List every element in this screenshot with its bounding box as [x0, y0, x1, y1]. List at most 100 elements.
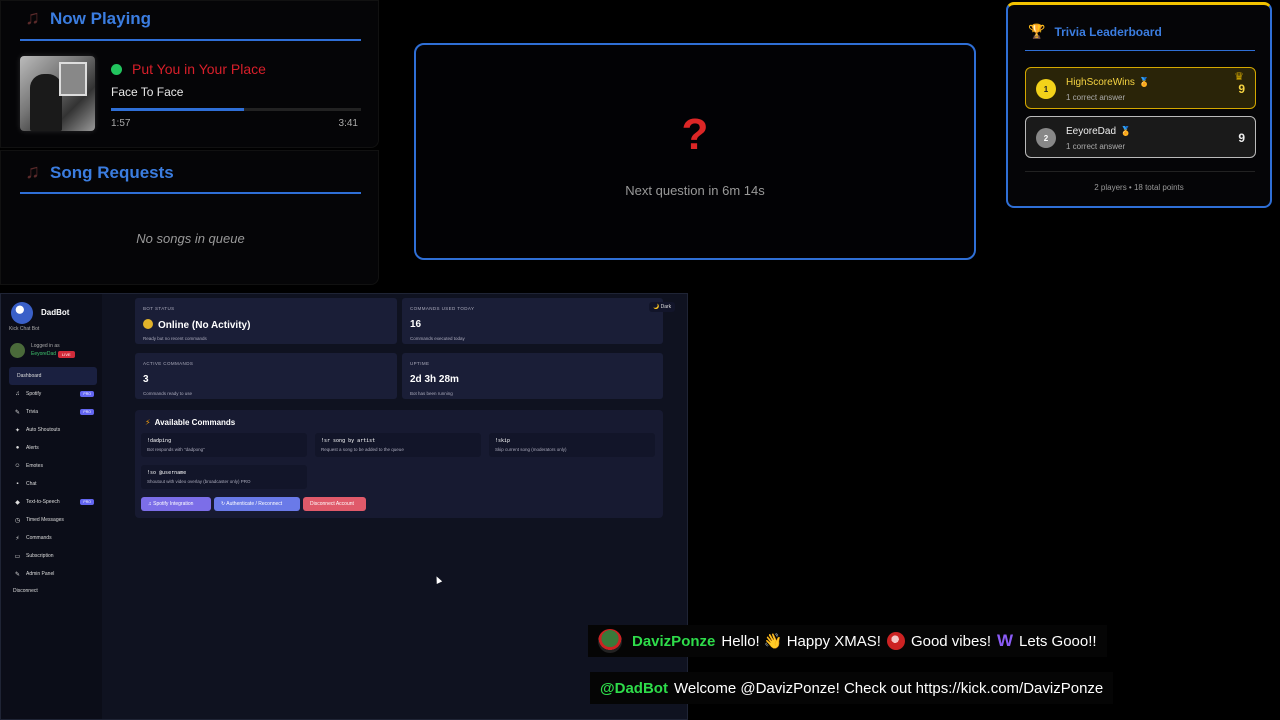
bot-status-card: BOT STATUS Online (No Activity) Ready bu…: [135, 298, 397, 344]
brand-name: DadBot: [41, 308, 70, 317]
wrench-icon: ✎: [14, 571, 21, 578]
chat-username: @DadBot: [600, 679, 668, 697]
sidebar-item-auto-shoutouts[interactable]: ✦ Auto Shoutouts: [9, 421, 97, 439]
spotify-integration-button[interactable]: ♫ Spotify Integration: [141, 497, 211, 511]
bolt-icon: ⚡: [15, 535, 20, 542]
live-badge: LIVE: [58, 351, 75, 358]
command-description: Bot responds with "dadpong": [147, 447, 205, 452]
song-requests-header: ♫ Song Requests: [25, 161, 174, 184]
sidebar-item-alerts[interactable]: ● Alerts: [9, 439, 97, 457]
command-description: Request a song to be added to the queue: [321, 447, 404, 452]
dark-mode-toggle[interactable]: 🌙 Dark: [649, 302, 676, 312]
card-label: UPTIME: [410, 361, 430, 366]
sidebar-nav: Dashboard ♫ Spotify PRO ✎ Trivia PRO ✦ Auto S…: [9, 367, 97, 583]
divider: [20, 192, 361, 194]
music-note-icon: ♫: [25, 161, 40, 183]
playing-indicator-icon: [111, 64, 122, 75]
player-score: 9: [1238, 82, 1245, 96]
rank-badge: 2: [1036, 128, 1056, 148]
emote-w-icon: W: [996, 631, 1014, 650]
sidebar-item-spotify[interactable]: ♫ Spotify PRO: [9, 385, 97, 403]
album-art: [20, 56, 95, 131]
song-requests-title: Song Requests: [50, 162, 174, 182]
leaderboard-summary: 2 players • 18 total points: [1094, 183, 1184, 192]
chat-text: Welcome @DavizPonze! Check out https://k…: [673, 679, 1104, 697]
active-commands-card: ACTIVE COMMANDS 3 Commands ready to use: [135, 353, 397, 399]
sidebar: DadBot Kick Chat Bot Logged in as Eeyore…: [1, 294, 102, 719]
leaderboard-title: Trivia Leaderboard: [1054, 24, 1162, 39]
card-description: Commands executed today: [410, 336, 465, 341]
authenticate-button[interactable]: ↻ Authenticate / Reconnect: [214, 497, 300, 511]
sidebar-item-admin-panel[interactable]: ✎ Admin Panel: [9, 565, 97, 583]
card-description: Bot has been running: [410, 391, 453, 396]
chat-text: Good vibes!: [910, 632, 991, 650]
command-description: Skip current song (moderators only): [495, 447, 567, 452]
uptime-card: UPTIME 2d 3h 28m Bot has been running: [402, 353, 663, 399]
command-item: !so @username Shoutout with video overla…: [141, 465, 307, 489]
medal-icon: 🏅: [1138, 77, 1151, 87]
chat-text: Hello! 👋 Happy XMAS!: [721, 633, 881, 650]
leaderboard-entry: 1 HighScoreWins 🏅 1 correct answer ♛ 9: [1025, 67, 1256, 109]
card-label: COMMANDS USED TODAY: [410, 306, 475, 311]
chat-username: DavizPonze: [632, 632, 716, 650]
disconnect-account-button[interactable]: Disconnect Account: [303, 497, 366, 511]
command-item: !sr song by artist Request a song to be …: [315, 433, 481, 457]
bolt-icon: ⚡: [145, 418, 151, 427]
divider: [1025, 50, 1255, 51]
card-icon: ▭: [14, 553, 21, 560]
progress-fill: [111, 108, 244, 111]
current-time: 1:57: [111, 118, 131, 129]
avatar: [10, 343, 25, 358]
brain-icon: ✎: [14, 409, 21, 416]
clock-icon: ◷: [14, 517, 21, 524]
emote-icon: ☺: [14, 463, 21, 469]
now-playing-header: ♫ Now Playing: [25, 7, 151, 30]
command-item: !dadping Bot responds with "dadpong": [141, 433, 307, 457]
player-score: 9: [1238, 131, 1245, 145]
sidebar-item-commands[interactable]: ⚡ Commands: [9, 529, 97, 547]
pro-badge: PRO: [80, 499, 94, 505]
sparkle-icon: ✦: [14, 427, 21, 434]
card-value: 3: [143, 374, 149, 385]
sidebar-item-subscription[interactable]: ▭ Subscription: [9, 547, 97, 565]
sidebar-item-text-to-speech[interactable]: ◆ Text-to-Speech PRO: [9, 493, 97, 511]
music-note-icon: ♫: [25, 7, 40, 29]
trivia-question-panel: ? Next question in 6m 14s: [414, 43, 976, 260]
sidebar-item-trivia[interactable]: ✎ Trivia PRO: [9, 403, 97, 421]
next-question-countdown: Next question in 6m 14s: [625, 183, 765, 198]
emote-icon: [886, 632, 905, 650]
card-label: BOT STATUS: [143, 306, 175, 311]
chat-message: @DadBot Welcome @DavizPonze! Check out h…: [590, 672, 1114, 704]
command-name: !dadping: [147, 438, 172, 444]
card-label: ACTIVE COMMANDS: [143, 361, 194, 366]
speaker-icon: ◆: [15, 499, 20, 506]
sidebar-item-chat[interactable]: ▪ Chat: [9, 475, 97, 493]
available-commands-panel: ⚡ Available Commands !dadping Bot respond…: [135, 410, 663, 518]
pro-badge: PRO: [80, 391, 94, 397]
progress-bar: [111, 108, 361, 111]
command-description: Shoutout with video overlay (broadcaster…: [147, 479, 251, 484]
bell-icon: ●: [15, 445, 20, 451]
commands-used-card: COMMANDS USED TODAY 16 Commands executed…: [402, 298, 663, 344]
total-time: 3:41: [338, 118, 358, 129]
commands-header: ⚡ Available Commands: [145, 418, 236, 427]
status-icon: [143, 319, 153, 329]
now-playing-title: Now Playing: [50, 8, 152, 28]
disconnect-link[interactable]: Disconnect: [13, 588, 38, 594]
logged-in-label: Logged in as: [31, 343, 60, 349]
logged-in-user: EeyoreDad: [31, 351, 57, 357]
pro-badge: PRO: [80, 409, 94, 415]
sidebar-item-timed-messages[interactable]: ◷ Timed Messages: [9, 511, 97, 529]
command-name: !skip: [495, 438, 511, 444]
empty-queue-message: No songs in queue: [136, 231, 245, 246]
chat-text: Lets Gooo!!: [1019, 632, 1097, 650]
song-artist: Face To Face: [111, 85, 184, 99]
player-correct-count: 1 correct answer: [1066, 93, 1126, 102]
sidebar-item-dashboard[interactable]: Dashboard: [9, 367, 97, 385]
rank-badge: 1: [1036, 79, 1056, 99]
song-requests-panel: ♫ Song Requests No songs in queue: [0, 150, 379, 285]
sidebar-item-emotes[interactable]: ☺ Emotes: [9, 457, 97, 475]
leaderboard-header: 🏆 Trivia Leaderboard: [1028, 23, 1162, 40]
avatar: [598, 629, 622, 653]
divider: [20, 39, 361, 41]
